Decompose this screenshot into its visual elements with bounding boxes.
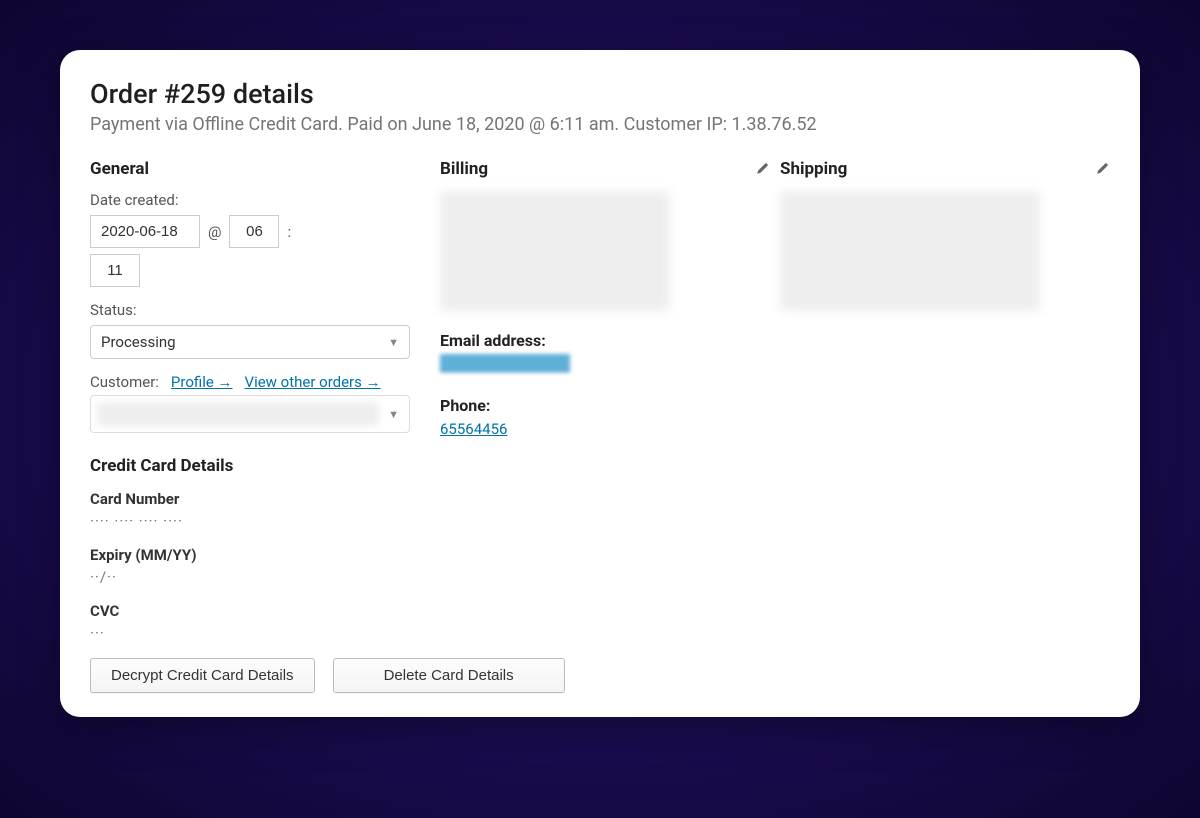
page-title: Order #259 details — [90, 78, 1110, 110]
order-details-card: Order #259 details Payment via Offline C… — [60, 50, 1140, 717]
expiry-label: Expiry (MM/YY) — [90, 546, 1110, 564]
at-symbol: @ — [208, 223, 221, 241]
general-title: General — [90, 159, 149, 179]
email-label: Email address: — [440, 331, 770, 350]
decrypt-button[interactable]: Decrypt Credit Card Details — [90, 658, 315, 693]
shipping-section: Shipping — [780, 159, 1110, 438]
hour-input[interactable] — [229, 215, 279, 248]
chevron-down-icon: ▼ — [388, 408, 399, 421]
expiry-value: ··/·· — [90, 568, 1110, 586]
page-subtitle: Payment via Offline Credit Card. Paid on… — [90, 114, 1110, 135]
shipping-address-redacted — [780, 191, 1040, 311]
card-number-label: Card Number — [90, 490, 1110, 508]
phone-label: Phone: — [440, 396, 770, 415]
delete-card-button[interactable]: Delete Card Details — [333, 658, 565, 693]
status-label: Status: — [90, 301, 430, 319]
status-select[interactable]: Processing ▼ — [90, 325, 410, 359]
billing-title: Billing — [440, 159, 488, 179]
billing-address-redacted — [440, 191, 670, 311]
email-link[interactable] — [440, 358, 570, 376]
status-value: Processing — [101, 333, 176, 351]
email-value-redacted — [440, 354, 570, 372]
phone-link[interactable]: 65564456 — [440, 420, 507, 438]
view-other-orders-link[interactable]: View other orders → — [245, 373, 381, 391]
cc-title: Credit Card Details — [90, 456, 1110, 476]
date-created-input[interactable] — [90, 215, 200, 248]
shipping-title: Shipping — [780, 159, 847, 179]
minute-input[interactable] — [90, 254, 140, 287]
customer-select[interactable]: ▼ — [90, 395, 410, 433]
general-section: General Date created: @ : Status: Proces… — [90, 159, 430, 438]
colon-symbol: : — [287, 223, 291, 241]
profile-link[interactable]: Profile → — [171, 373, 233, 391]
customer-label: Customer: — [90, 373, 159, 391]
chevron-down-icon: ▼ — [388, 336, 399, 349]
date-created-label: Date created: — [90, 191, 430, 209]
billing-section: Billing Email address: Phone: 65564456 — [440, 159, 770, 438]
edit-billing-icon[interactable] — [754, 161, 770, 177]
card-number-value: ···· ···· ···· ···· — [90, 512, 1110, 530]
edit-shipping-icon[interactable] — [1094, 161, 1110, 177]
cvc-label: CVC — [90, 602, 1110, 620]
credit-card-section: Credit Card Details Card Number ···· ···… — [90, 456, 1110, 693]
cvc-value: ··· — [90, 624, 1110, 642]
